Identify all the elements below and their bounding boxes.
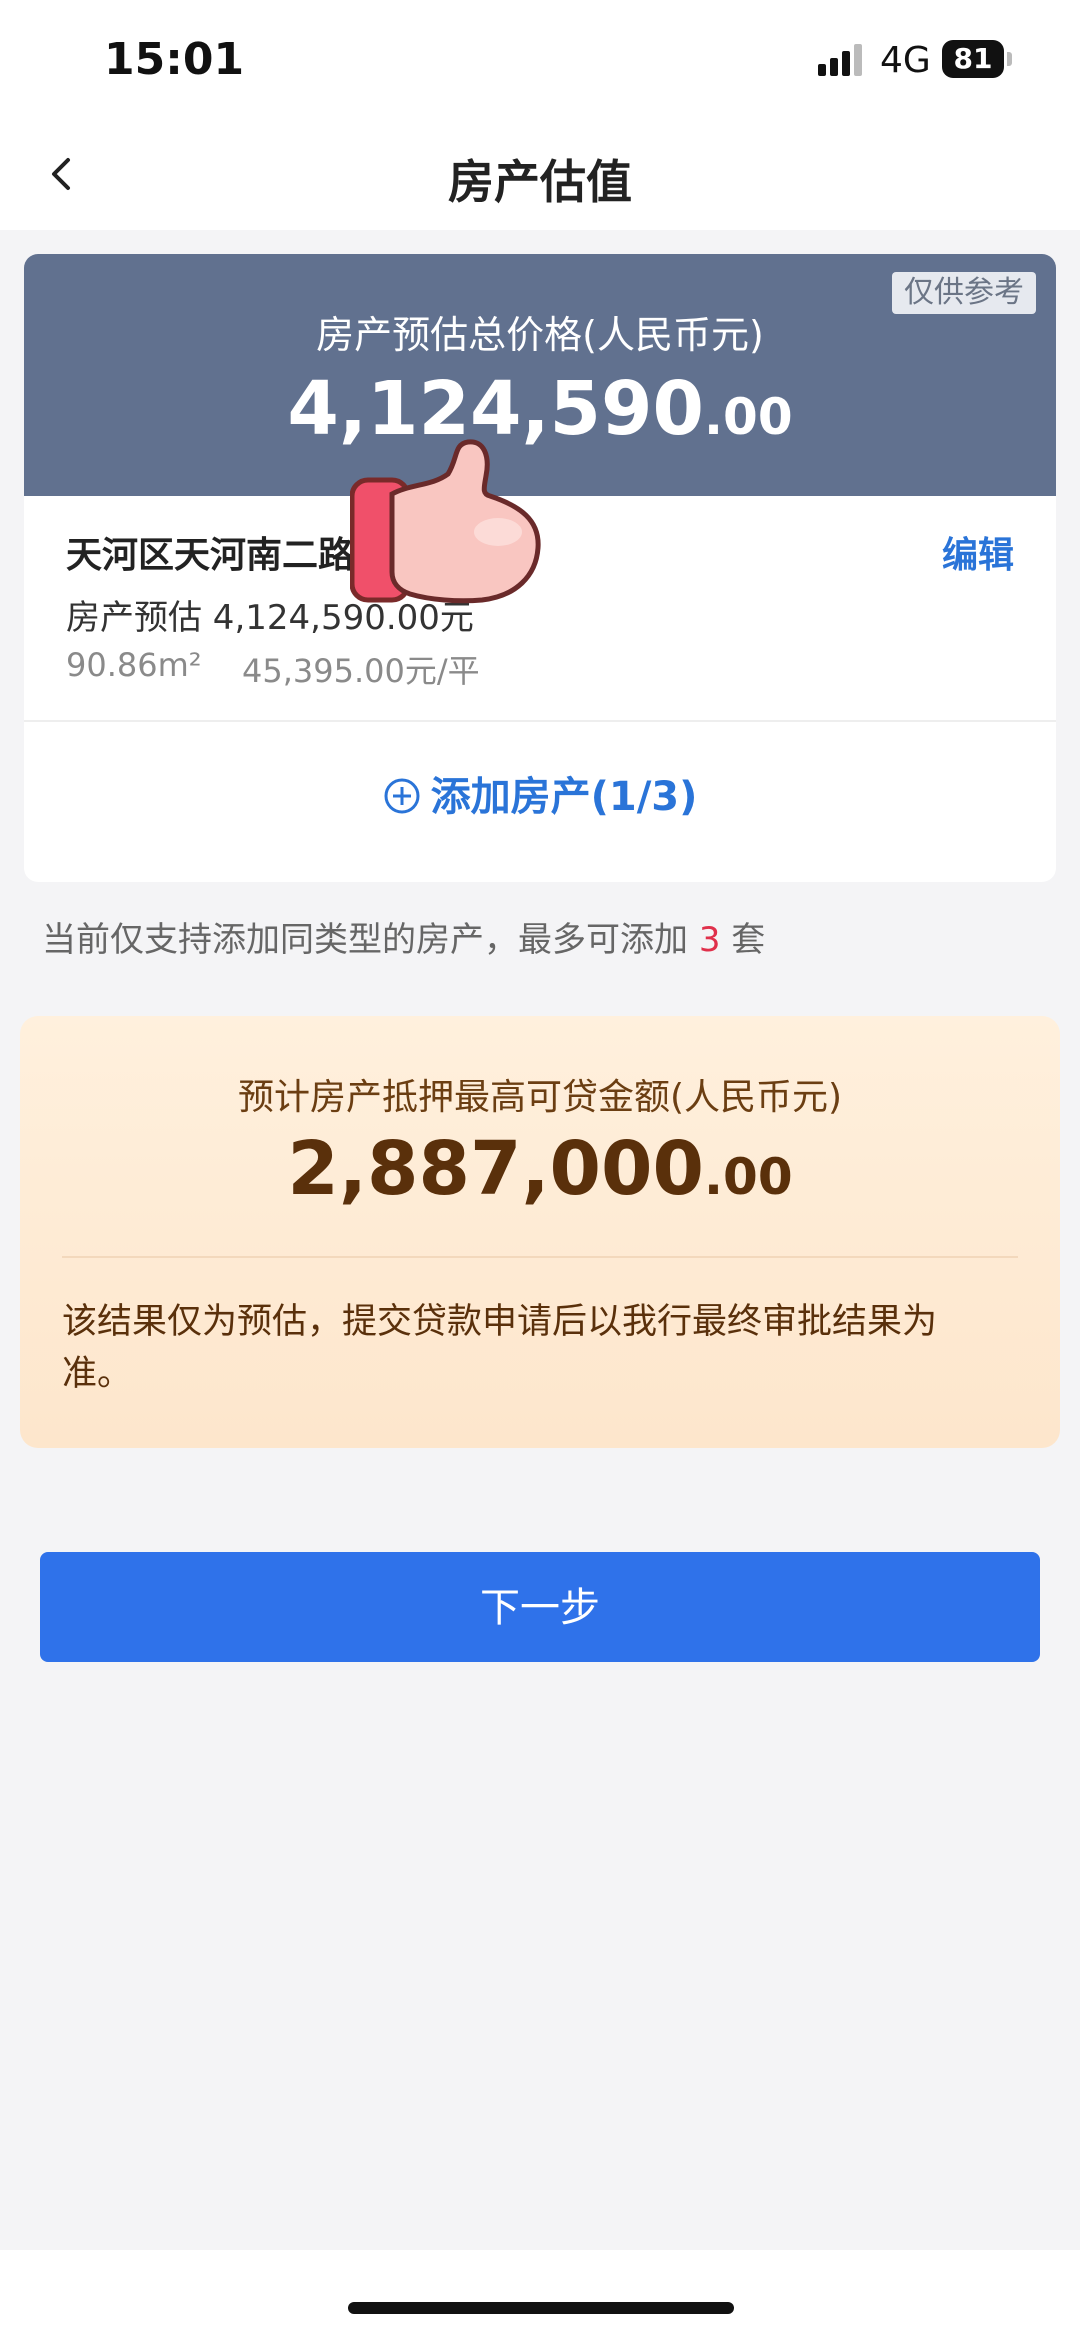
nav-bar: 房产估值: [0, 120, 1080, 230]
loan-note: 该结果仅为预估，提交贷款申请后以我行最终审批结果为准。: [62, 1302, 938, 1394]
loan-label: 预计房产抵押最高可贷金额(人民币元): [237, 1077, 843, 1118]
bottom-area: [0, 2250, 1080, 2337]
next-step-button[interactable]: 下一步: [40, 1552, 1040, 1662]
signal-icon: [818, 44, 866, 76]
valuation-amount-dec: .00: [704, 388, 793, 446]
divider: [62, 1256, 1018, 1258]
network-type: 4G: [880, 40, 931, 81]
divider: [24, 720, 1056, 722]
property-address: 天河区天河南二路: [66, 535, 355, 576]
plus-circle-icon: [384, 778, 420, 814]
loan-amount-int: 2,887,000: [287, 1126, 705, 1212]
property-area: 90.86m²: [66, 646, 202, 684]
notice-text: 当前仅支持添加同类型的房产，最多可添加 3 套: [42, 912, 765, 961]
thumbs-up-icon: [350, 439, 541, 604]
edit-button[interactable]: 编辑: [942, 526, 1014, 578]
home-indicator[interactable]: [348, 2302, 734, 2314]
add-property-label: 添加房产(1/3): [430, 774, 698, 820]
notice-prefix: 当前仅支持添加同类型的房产，最多可添加: [42, 920, 699, 960]
notice-count: 3: [698, 920, 721, 960]
notice-suffix: 套: [720, 920, 766, 960]
property-unit-price: 45,395.00元/平: [242, 652, 480, 690]
status-time: 15:01: [104, 34, 245, 85]
battery-icon: 81: [942, 40, 1004, 78]
add-property-button[interactable]: 添加房产(1/3): [24, 764, 1056, 822]
loan-amount: 2,887,000.00: [20, 1126, 1060, 1212]
battery-tip: [1007, 52, 1012, 66]
loan-amount-dec: .00: [704, 1148, 793, 1206]
page-title: 房产估值: [448, 155, 632, 209]
loan-card: 预计房产抵押最高可贷金额(人民币元) 2,887,000.00 该结果仅为预估，…: [20, 1016, 1060, 1448]
status-bar: 15:01 4G 81: [0, 0, 1080, 120]
valuation-label: 房产预估总价格(人民币元): [316, 313, 764, 357]
